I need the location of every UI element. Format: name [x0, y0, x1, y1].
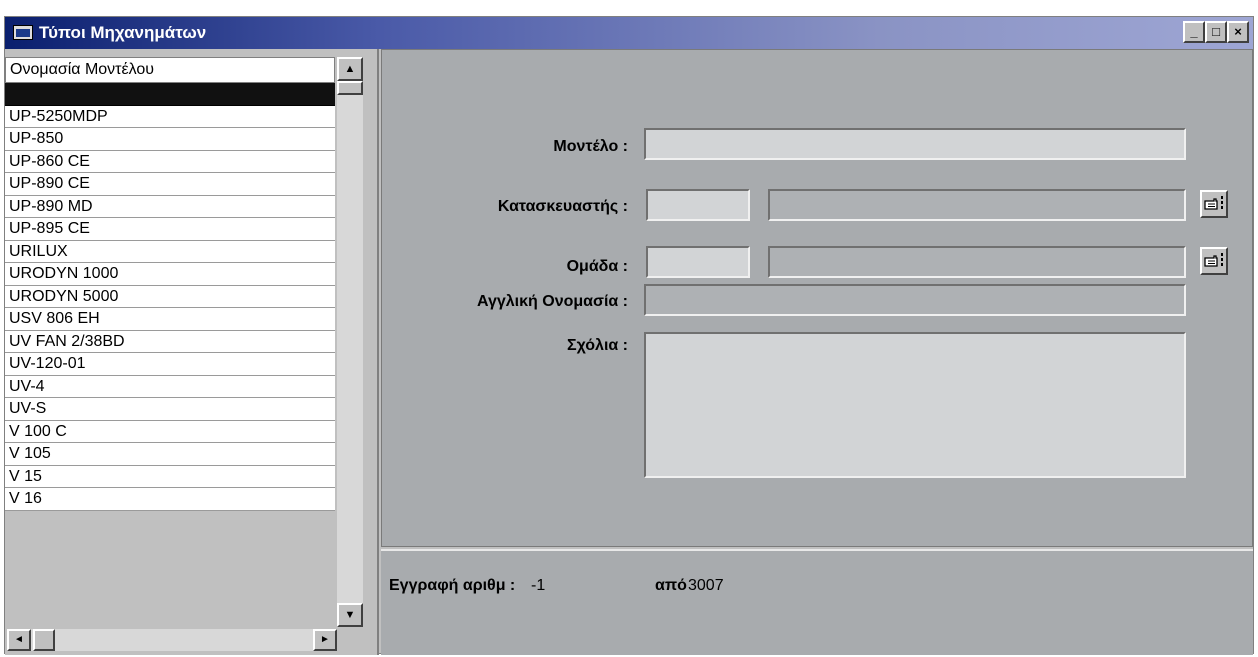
vertical-scroll-thumb[interactable] — [337, 81, 363, 95]
list-row[interactable]: V 105 — [5, 443, 335, 466]
list-row-selected[interactable] — [5, 83, 335, 106]
pointing-hand-icon — [1204, 196, 1223, 210]
list-row[interactable]: UP-5250MDP — [5, 105, 335, 128]
list-row[interactable]: V 15 — [5, 465, 335, 488]
vertical-scrollbar[interactable]: ▲ ▼ — [337, 57, 363, 627]
title-bar[interactable]: Τύποι Μηχανημάτων _ □ × — [5, 17, 1253, 49]
scroll-right-button[interactable]: ► — [313, 629, 337, 651]
list-row[interactable]: URODYN 1000 — [5, 263, 335, 286]
english-name-input — [646, 286, 1184, 314]
scroll-up-button[interactable]: ▲ — [337, 57, 363, 81]
manufacturer-name-input — [770, 191, 1184, 219]
maximize-button[interactable]: □ — [1205, 21, 1227, 43]
english-name-field — [644, 284, 1186, 316]
manufacturer-lookup-button[interactable] — [1200, 190, 1228, 218]
list-row[interactable]: UV-S — [5, 398, 335, 421]
manufacturer-code-input[interactable] — [648, 191, 748, 219]
list-row[interactable]: UP-850 — [5, 128, 335, 151]
model-field[interactable] — [644, 128, 1186, 160]
horizontal-scroll-thumb[interactable] — [33, 629, 55, 651]
group-code-field[interactable] — [646, 246, 750, 278]
list-column-header[interactable]: Ονομασία Μοντέλου — [5, 57, 335, 83]
model-list-pane: Ονομασία Μοντέλου UP-5250MDP UP-850 UP-860… — [5, 49, 379, 655]
manufacturer-label: Κατασκευαστής : — [497, 198, 628, 215]
window-icon — [13, 25, 33, 40]
record-label: Εγγραφή αριθμ : — [389, 577, 516, 594]
list-row[interactable]: V 100 C — [5, 420, 335, 443]
record-number: -1 — [531, 577, 546, 594]
status-panel: Εγγραφή αριθμ : -1 από 3007 — [381, 549, 1253, 655]
comments-field[interactable] — [644, 332, 1186, 478]
pointing-hand-icon — [1204, 253, 1223, 267]
comments-textarea[interactable] — [646, 334, 1184, 476]
group-name-input — [770, 248, 1184, 276]
group-label: Ομάδα : — [566, 258, 628, 275]
list-row[interactable]: V 16 — [5, 488, 335, 511]
horizontal-scrollbar[interactable]: ◄ ► — [7, 629, 337, 651]
model-label: Μοντέλο : — [553, 138, 628, 155]
list-row[interactable]: UP-890 CE — [5, 173, 335, 196]
close-button[interactable]: × — [1227, 21, 1249, 43]
scroll-left-button[interactable]: ◄ — [7, 629, 31, 651]
model-input[interactable] — [646, 130, 1184, 158]
list-row[interactable]: URODYN 5000 — [5, 285, 335, 308]
english-name-label: Αγγλική Ονομασία : — [477, 293, 628, 310]
group-name-field — [768, 246, 1186, 278]
total-records: 3007 — [688, 577, 724, 594]
model-details-form: Μοντέλο : Κατασκευαστής : Ομάδα : Αγγλικ… — [381, 49, 1253, 547]
list-row[interactable]: UP-890 MD — [5, 195, 335, 218]
list-row[interactable]: USV 806 EH — [5, 308, 335, 331]
list-row[interactable]: UV-4 — [5, 375, 335, 398]
list-row[interactable]: UV FAN 2/38BD — [5, 330, 335, 353]
minimize-button[interactable]: _ — [1183, 21, 1205, 43]
model-list: UP-5250MDP UP-850 UP-860 CE UP-890 CE UP-890… — [5, 83, 335, 511]
list-row[interactable]: UP-895 CE — [5, 218, 335, 241]
manufacturer-code-field[interactable] — [646, 189, 750, 221]
scroll-down-button[interactable]: ▼ — [337, 603, 363, 627]
list-row[interactable]: UV-120-01 — [5, 353, 335, 376]
comments-label: Σχόλια : — [567, 337, 628, 354]
list-row[interactable]: UP-860 CE — [5, 150, 335, 173]
window-title: Τύποι Μηχανημάτων — [39, 23, 207, 42]
group-lookup-button[interactable] — [1200, 247, 1228, 275]
list-row[interactable]: URILUX — [5, 240, 335, 263]
manufacturer-name-field — [768, 189, 1186, 221]
group-code-input[interactable] — [648, 248, 748, 276]
main-window: Τύποι Μηχανημάτων _ □ × Ονομασία Μοντέλο… — [4, 16, 1254, 655]
of-label: από — [655, 577, 687, 594]
